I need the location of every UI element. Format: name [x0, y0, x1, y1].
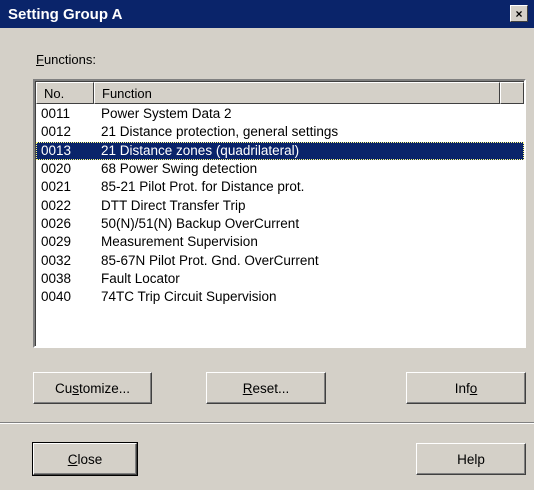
- list-item-no: 0020: [41, 161, 72, 177]
- list-item-function: 21 Distance zones (quadrilateral): [101, 142, 300, 158]
- functions-list[interactable]: No. Function 0011 Power System Data 2 0012…: [33, 79, 526, 348]
- list-item-no: 0038: [41, 270, 72, 286]
- help-label: Help: [457, 451, 485, 467]
- list-item-function: Fault Locator: [101, 270, 180, 286]
- list-item-no: 0040: [41, 289, 72, 305]
- reset-label-mnemonic: R: [242, 380, 253, 396]
- column-header-no[interactable]: No.: [36, 82, 94, 104]
- list-item[interactable]: 0032 85-67N Pilot Prot. Gnd. OverCurrent: [36, 251, 524, 269]
- close-label-post: lose: [77, 451, 103, 467]
- list-item-function: 21 Distance protection, general settings: [101, 124, 339, 140]
- info-label-pre: Inf: [454, 380, 470, 396]
- list-header: No. Function: [36, 82, 524, 104]
- list-item[interactable]: 0029 Measurement Supervision: [36, 233, 524, 251]
- window-title: Setting Group A: [8, 5, 123, 23]
- help-button[interactable]: Help: [416, 443, 526, 475]
- close-label-mnemonic: C: [67, 451, 78, 467]
- list-item-no: 0022: [41, 197, 72, 213]
- list-item-function: 85-21 Pilot Prot. for Distance prot.: [101, 179, 305, 195]
- title-bar: Setting Group A ×: [0, 0, 534, 28]
- list-item[interactable]: 0020 68 Power Swing detection: [36, 160, 524, 178]
- reset-button[interactable]: Reset...: [206, 372, 326, 404]
- list-item-function: 85-67N Pilot Prot. Gnd. OverCurrent: [101, 252, 319, 268]
- reset-label-post: eset...: [252, 380, 290, 396]
- customize-label-pre: Cu: [54, 380, 73, 396]
- functions-label: Functions:: [36, 52, 96, 67]
- list-item-no: 0013: [41, 142, 72, 158]
- list-item[interactable]: 0022 DTT Direct Transfer Trip: [36, 196, 524, 214]
- list-rows: 0011 Power System Data 2 0012 21 Distance p…: [36, 105, 524, 306]
- list-item-no: 0021: [41, 179, 72, 195]
- list-item[interactable]: 0038 Fault Locator: [36, 270, 524, 288]
- functions-label-mnemonic: F: [36, 52, 44, 67]
- list-item[interactable]: 0026 50(N)/51(N) Backup OverCurrent: [36, 215, 524, 233]
- list-item-no: 0032: [41, 252, 72, 268]
- list-item-function: 74TC Trip Circuit Supervision: [101, 289, 277, 305]
- column-header-function[interactable]: Function: [94, 82, 500, 104]
- info-button[interactable]: Inf o: [406, 372, 526, 404]
- list-item[interactable]: 0021 85-21 Pilot Prot. for Distance prot.: [36, 178, 524, 196]
- customize-label-mnemonic: s: [72, 380, 79, 396]
- list-item[interactable]: 0013 21 Distance zones (quadrilateral): [36, 141, 524, 160]
- list-item-no: 0026: [41, 215, 72, 231]
- list-item-function: 68 Power Swing detection: [101, 161, 258, 177]
- list-item-no: 0029: [41, 234, 72, 250]
- list-item-no: 0011: [41, 106, 71, 122]
- list-item-function: DTT Direct Transfer Trip: [101, 197, 246, 213]
- list-item[interactable]: 0012 21 Distance protection, general sett…: [36, 123, 524, 141]
- list-item-function: Power System Data 2: [101, 106, 232, 122]
- info-label-mnemonic: o: [469, 380, 478, 396]
- separator-highlight: [0, 423, 534, 424]
- functions-label-rest: unctions:: [43, 52, 96, 67]
- column-header-function-label: Function: [102, 85, 152, 101]
- list-item-no: 0012: [41, 124, 72, 140]
- list-item[interactable]: 0011 Power System Data 2: [36, 105, 524, 123]
- list-item-function: Measurement Supervision: [101, 234, 258, 250]
- list-item-function: 50(N)/51(N) Backup OverCurrent: [101, 215, 300, 231]
- customize-button[interactable]: Cu s tomize...: [33, 372, 152, 404]
- list-item[interactable]: 0040 74TC Trip Circuit Supervision: [36, 288, 524, 306]
- customize-label-post: tomize...: [79, 380, 131, 396]
- column-header-no-label: No.: [44, 85, 65, 101]
- close-button[interactable]: Close: [32, 442, 138, 476]
- column-header-spacer: [500, 82, 524, 104]
- close-icon[interactable]: ×: [510, 5, 528, 22]
